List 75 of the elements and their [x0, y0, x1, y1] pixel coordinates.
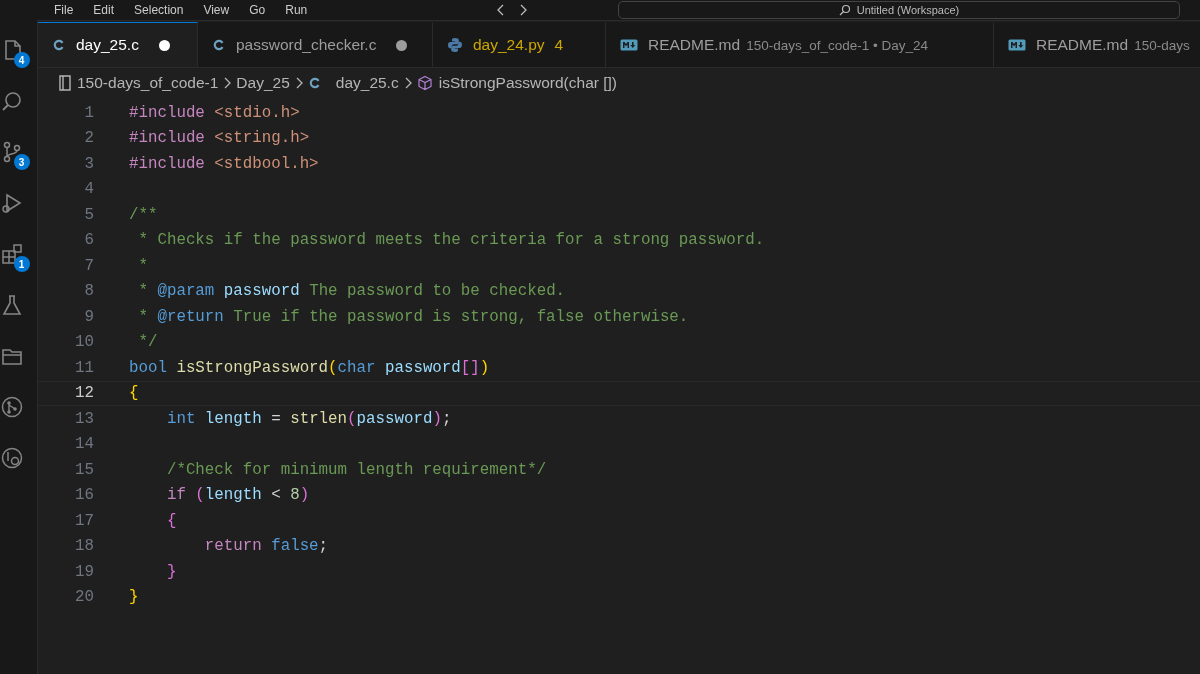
menu-item[interactable]: Edit — [83, 3, 125, 17]
editor-tab[interactable]: day_24.py 4 — [433, 22, 606, 67]
menu-item[interactable]: View — [193, 3, 240, 17]
editor-tab[interactable]: README.md 150-days_of_code-1 • Day_24 — [606, 22, 994, 67]
book-icon — [58, 75, 72, 91]
menu-item[interactable]: Run — [275, 3, 318, 17]
code-line: } — [165, 562, 178, 581]
count-badge: 1 — [13, 256, 30, 272]
code-line: * Checks if the password meets the criteria for a strong password. — [137, 231, 766, 250]
line-number: 20 — [74, 588, 94, 607]
code-line: /*Check for minimum length requirement*/ — [165, 460, 548, 479]
line-number: 12 — [74, 384, 94, 403]
code-line: } — [128, 588, 140, 607]
line-number: 9 — [83, 307, 94, 326]
line-number: 10 — [74, 333, 94, 352]
line-number: 7 — [83, 256, 94, 275]
line-number: 4 — [83, 180, 94, 199]
code-line: #include <stdio.h> — [128, 103, 301, 122]
search-icon — [838, 4, 851, 16]
code-line: */ — [137, 333, 159, 352]
line-number: 1 — [83, 103, 94, 122]
code-line: { — [165, 511, 178, 530]
command-center[interactable]: Untitled (Workspace) — [618, 1, 1180, 19]
extensions-icon[interactable] — [0, 242, 24, 266]
breadcrumb-item[interactable]: Day_25 — [236, 74, 290, 92]
line-number: 13 — [74, 409, 94, 428]
code-line: /** — [128, 205, 159, 224]
code-line: #include <stdbool.h> — [128, 154, 320, 173]
code-line: * @return True if the password is strong, false otherwise. — [137, 307, 690, 326]
line-number: 17 — [74, 511, 94, 530]
code-line: * — [137, 256, 149, 275]
code-line: if (length < 8) — [165, 486, 311, 505]
line-number: 18 — [74, 537, 94, 556]
count-badge: 4 — [13, 52, 30, 68]
line-number: 6 — [83, 231, 94, 250]
count-badge: 3 — [13, 154, 30, 170]
code-line: #include <string.h> — [128, 129, 311, 148]
chevron-right-icon — [223, 77, 232, 89]
search-icon[interactable] — [0, 89, 24, 113]
cube-icon — [416, 75, 433, 91]
markdown-icon — [620, 39, 638, 51]
line-number: 5 — [83, 205, 94, 224]
markdown-icon — [1008, 39, 1026, 51]
run-debug-icon[interactable] — [0, 191, 24, 215]
circle-icon[interactable] — [0, 446, 24, 470]
line-number: 11 — [74, 358, 94, 377]
code-line: bool isStrongPassword(char password[]) — [128, 358, 491, 377]
chevron-right-icon — [294, 77, 303, 89]
c-file-icon — [52, 38, 66, 52]
chevron-right-icon — [403, 77, 412, 89]
python-icon — [447, 37, 463, 53]
c-file-icon — [307, 76, 322, 90]
flask-icon[interactable] — [0, 293, 24, 317]
graph-icon[interactable] — [0, 395, 24, 419]
editor-tab[interactable]: day_25.c — [38, 22, 198, 67]
menu-item[interactable]: File — [44, 3, 84, 17]
c-file-icon — [212, 38, 226, 52]
breadcrumb-item[interactable]: day_25.c — [335, 74, 399, 92]
line-number: 16 — [74, 486, 94, 505]
menu-item[interactable]: Selection — [124, 3, 194, 17]
line-number: 2 — [83, 129, 94, 148]
code-line: int length = strlen(password); — [165, 409, 453, 428]
code-line: return false; — [203, 537, 330, 556]
line-number: 3 — [83, 154, 94, 173]
code-line: * @param password The password to be checked. — [137, 282, 567, 301]
line-number: 14 — [74, 435, 94, 454]
code-line: { — [128, 384, 140, 403]
editor-tab[interactable]: README.md 150-days — [994, 22, 1200, 67]
editor-tab[interactable]: password_checker.c — [198, 22, 433, 67]
menu-item[interactable]: Go — [239, 3, 276, 17]
breadcrumb-item[interactable]: 150-days_of_code-1 — [77, 74, 219, 92]
line-number: 15 — [74, 460, 94, 479]
line-number: 19 — [74, 562, 94, 581]
line-number: 8 — [83, 282, 94, 301]
breadcrumb-item[interactable]: isStrongPassword(char []) — [438, 74, 617, 92]
